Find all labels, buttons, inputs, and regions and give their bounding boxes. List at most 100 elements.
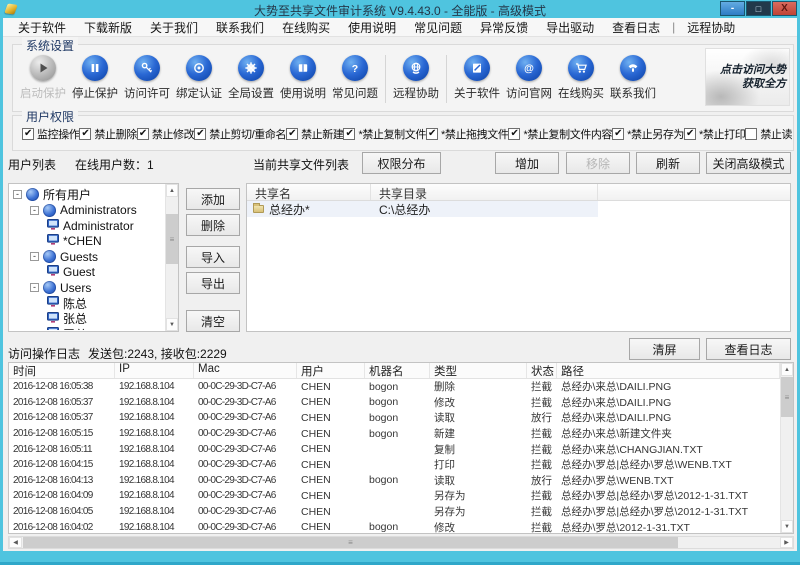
user-list-button[interactable]: 清空 xyxy=(186,310,240,332)
menu-item[interactable]: 常见问题 xyxy=(405,18,471,37)
checkbox-icon[interactable]: ✔ xyxy=(136,128,149,140)
toolbar-button[interactable]: 访问许可 xyxy=(121,52,173,109)
toolbar-button[interactable]: 全局设置 xyxy=(225,52,277,109)
permission-checkbox[interactable]: ✔ *禁止拖拽文件 xyxy=(425,126,509,142)
toolbar-button[interactable]: @ 访问官网 xyxy=(503,52,555,109)
checkbox-icon[interactable]: ✔ xyxy=(684,128,697,140)
permission-checkbox[interactable]: ✔ 禁止剪切/重命名 xyxy=(194,126,286,142)
checkbox-icon[interactable]: ✔ xyxy=(612,128,625,140)
tree-node-group[interactable]: - 所有用户 xyxy=(11,187,163,203)
log-row[interactable]: 2016-12-08 16:04:09 192.168.8.104 00-0C-29… xyxy=(9,488,780,504)
scroll-up-icon[interactable]: ▲ xyxy=(781,363,793,376)
toolbar-button[interactable]: 远程协助 xyxy=(390,52,442,109)
log-row[interactable]: 2016-12-08 16:04:13 192.168.8.104 00-0C-29… xyxy=(9,473,780,489)
log-column-header[interactable]: 类型 xyxy=(430,363,527,378)
tree-node-user[interactable]: 张总 xyxy=(11,311,163,327)
menu-item[interactable]: 导出驱动 xyxy=(537,18,603,37)
menu-item[interactable]: 联系我们 xyxy=(207,18,273,37)
permission-distribution-button[interactable]: 权限分布 xyxy=(362,152,441,174)
scrollbar-thumb[interactable]: ≡ xyxy=(166,214,178,264)
collapse-icon[interactable]: - xyxy=(13,190,22,200)
log-row[interactable]: 2016-12-08 16:05:38 192.168.8.104 00-0C-29… xyxy=(9,379,780,395)
menu-item[interactable]: 关于我们 xyxy=(141,18,207,37)
user-list-button[interactable]: 导入 xyxy=(186,246,240,268)
log-scrollbar[interactable]: ▲ ≡ ▼ xyxy=(780,363,793,533)
log-row[interactable]: 2016-12-08 16:05:37 192.168.8.104 00-0C-29… xyxy=(9,395,780,411)
share-column-header[interactable]: 共享名 xyxy=(247,184,371,201)
scroll-up-icon[interactable]: ▲ xyxy=(166,184,178,197)
permission-checkbox[interactable]: ✔ *禁止另存为 xyxy=(612,126,684,142)
scroll-right-icon[interactable]: ▶ xyxy=(780,537,793,548)
user-list-button[interactable]: 导出 xyxy=(186,272,240,294)
permission-checkbox[interactable]: ✔ *禁止打印 xyxy=(684,126,746,142)
share-column-header[interactable]: 共享目录 xyxy=(371,184,598,201)
tree-node-user[interactable]: Guest xyxy=(11,265,163,281)
tree-node-user[interactable]: *CHEN xyxy=(11,234,163,250)
tree-node-group[interactable]: - Guests xyxy=(11,249,163,265)
menu-item[interactable]: 关于软件 xyxy=(9,18,75,37)
tree-node-group[interactable]: - Administrators xyxy=(11,203,163,219)
toolbar-button[interactable]: ? 常见问题 xyxy=(329,52,381,109)
log-row[interactable]: 2016-12-08 16:05:37 192.168.8.104 00-0C-29… xyxy=(9,410,780,426)
menu-item[interactable]: 异常反馈 xyxy=(471,18,537,37)
log-hscrollbar[interactable]: ◀ ≡ ▶ xyxy=(8,536,794,549)
toolbar-button[interactable]: 启动保护 xyxy=(17,52,69,109)
scroll-left-icon[interactable]: ◀ xyxy=(9,537,22,548)
menu-item[interactable]: 下载新版 xyxy=(75,18,141,37)
share-action-button[interactable]: 关闭高级模式 xyxy=(706,152,791,174)
permission-checkbox[interactable]: ✔ *禁止复制文件内容 xyxy=(508,126,613,142)
tree-node-user[interactable]: Administrator xyxy=(11,218,163,234)
permission-checkbox[interactable]: ✔ 禁止修改 xyxy=(136,126,195,142)
permission-checkbox[interactable]: ✔ 禁止删除 xyxy=(79,126,137,142)
scrollbar-thumb[interactable]: ≡ xyxy=(23,537,678,548)
checkbox-icon[interactable]: ✔ xyxy=(343,128,356,140)
log-column-header[interactable]: Mac xyxy=(194,363,297,378)
log-column-header[interactable]: 路径 xyxy=(557,363,780,378)
log-column-header[interactable]: 用户 xyxy=(297,363,365,378)
share-action-button[interactable]: 增加 xyxy=(495,152,559,174)
checkbox-icon[interactable]: ✔ xyxy=(194,128,207,140)
log-row[interactable]: 2016-12-08 16:04:05 192.168.8.104 00-0C-29… xyxy=(9,504,780,520)
view-log-button[interactable]: 查看日志 xyxy=(706,338,791,360)
toolbar-button[interactable]: 停止保护 xyxy=(69,52,121,109)
checkbox-icon[interactable]: ✔ xyxy=(508,128,521,140)
menu-item-remote-help[interactable]: 远程协助 xyxy=(678,18,744,37)
log-column-header[interactable]: 状态 xyxy=(527,363,557,378)
log-column-header[interactable]: IP xyxy=(115,363,194,378)
toolbar-button[interactable]: 联系我们 xyxy=(607,52,659,109)
user-list-button[interactable]: 添加 xyxy=(186,188,240,210)
collapse-icon[interactable]: - xyxy=(30,205,39,215)
tree-scrollbar[interactable]: ▲ ≡ ▼ xyxy=(165,184,178,331)
menu-item[interactable]: 查看日志 xyxy=(603,18,669,37)
scrollbar-thumb[interactable]: ≡ xyxy=(781,377,793,417)
log-row[interactable]: 2016-12-08 16:05:15 192.168.8.104 00-0C-29… xyxy=(9,426,780,442)
toolbar-button[interactable]: 关于软件 xyxy=(451,52,503,109)
share-action-button[interactable]: 移除 xyxy=(566,152,630,174)
menu-item[interactable]: 在线购买 xyxy=(273,18,339,37)
scroll-down-icon[interactable]: ▼ xyxy=(166,318,178,331)
maximize-button[interactable]: □ xyxy=(746,1,771,16)
clear-screen-button[interactable]: 清屏 xyxy=(629,338,700,360)
collapse-icon[interactable]: - xyxy=(30,283,39,293)
share-row[interactable]: 总经办* C:\总经办 xyxy=(247,201,790,217)
checkbox-icon[interactable]: ✔ xyxy=(425,128,438,140)
log-column-header[interactable]: 机器名 xyxy=(365,363,430,378)
tree-node-user[interactable]: 陈总 xyxy=(11,296,163,312)
checkbox-icon[interactable] xyxy=(745,128,758,140)
toolbar-button[interactable]: 在线购买 xyxy=(555,52,607,109)
close-button[interactable]: X xyxy=(772,1,797,16)
scroll-down-icon[interactable]: ▼ xyxy=(781,520,793,533)
toolbar-button[interactable]: 使用说明 xyxy=(277,52,329,109)
log-column-header[interactable]: 时间 xyxy=(9,363,115,378)
permission-checkbox[interactable]: 禁止读取 xyxy=(745,126,792,142)
permission-checkbox[interactable]: ✔ *禁止复制文件 xyxy=(343,126,426,142)
minimize-button[interactable]: - xyxy=(720,1,745,16)
checkbox-icon[interactable]: ✔ xyxy=(286,128,299,140)
collapse-icon[interactable]: - xyxy=(30,252,39,262)
tree-node-group[interactable]: - Users xyxy=(11,280,163,296)
toolbar-button[interactable]: 绑定认证 xyxy=(173,52,225,109)
menu-item[interactable]: 使用说明 xyxy=(339,18,405,37)
log-row[interactable]: 2016-12-08 16:04:02 192.168.8.104 00-0C-29… xyxy=(9,519,780,533)
log-row[interactable]: 2016-12-08 16:05:11 192.168.8.104 00-0C-29… xyxy=(9,441,780,457)
permission-checkbox[interactable]: ✔ 监控操作 xyxy=(22,126,80,142)
